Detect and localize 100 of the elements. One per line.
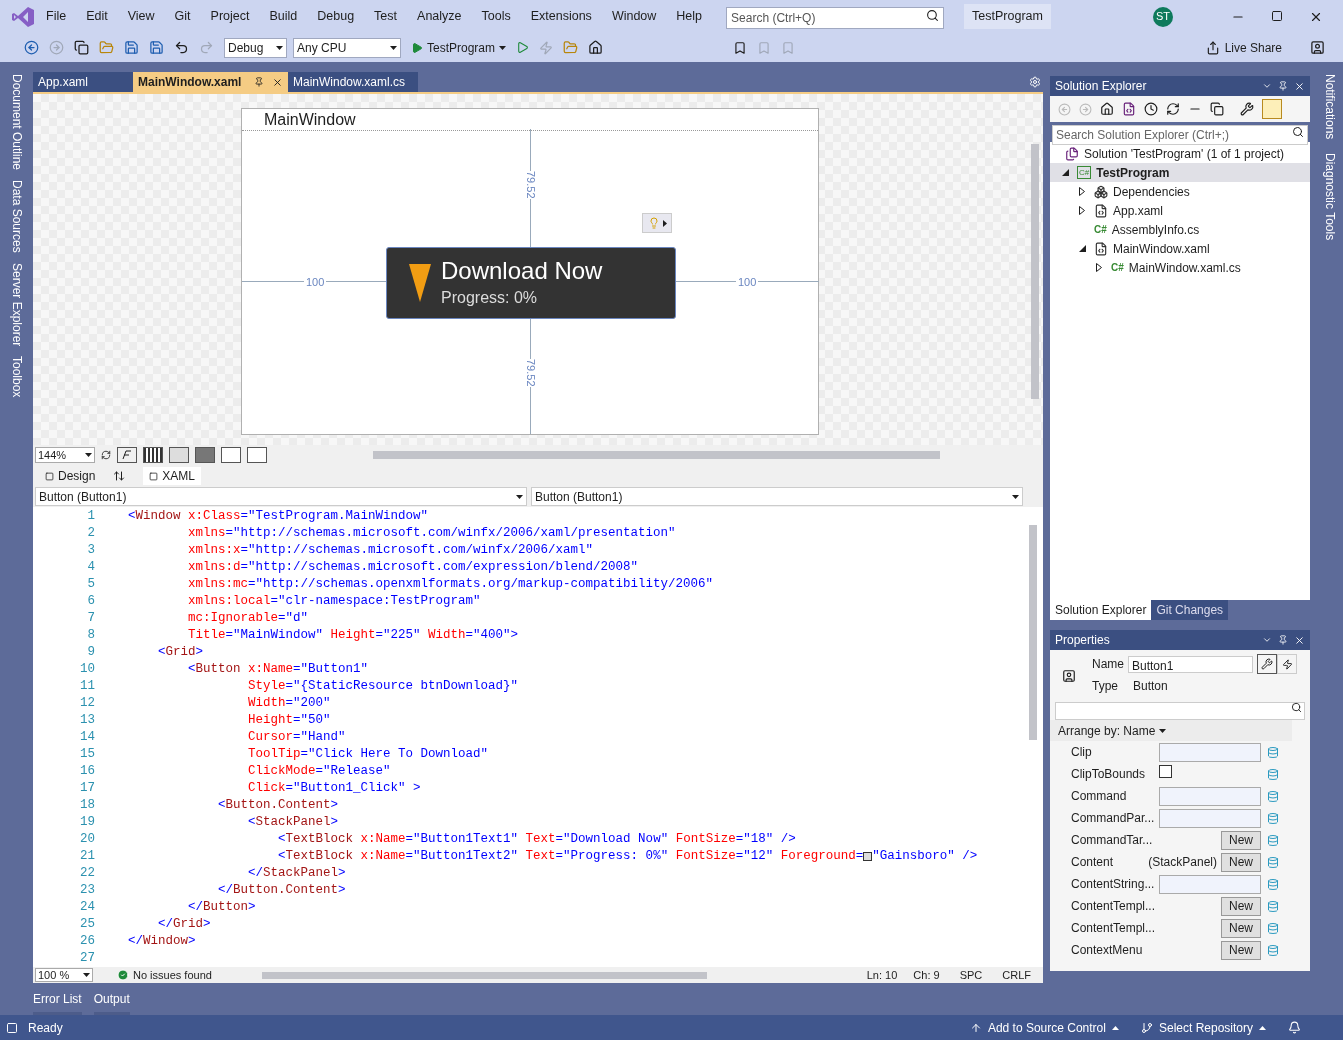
- element-dropdown[interactable]: Button (Button1): [531, 487, 1023, 506]
- new-button[interactable]: New: [1221, 918, 1261, 938]
- search-field[interactable]: Search (Ctrl+Q): [726, 6, 945, 29]
- menu-item[interactable]: View: [127, 7, 155, 26]
- resource-icon[interactable]: [1267, 921, 1279, 935]
- property-search-field[interactable]: [1055, 702, 1305, 720]
- xaml-tab[interactable]: XAML: [143, 467, 202, 485]
- name-field[interactable]: Button1: [1128, 655, 1253, 673]
- dropdown-icon[interactable]: [1262, 635, 1272, 645]
- new-button[interactable]: New: [1221, 896, 1261, 916]
- close-icon[interactable]: [272, 76, 283, 88]
- resource-icon[interactable]: [1267, 943, 1279, 957]
- home-icon[interactable]: [1100, 102, 1114, 116]
- collapsed-arrow-icon[interactable]: [1079, 206, 1085, 215]
- new-button[interactable]: New: [1221, 852, 1261, 872]
- close-icon[interactable]: [1294, 80, 1305, 92]
- resource-icon[interactable]: [1267, 767, 1279, 781]
- start-without-debugging-icon[interactable]: [516, 41, 530, 54]
- menu-item[interactable]: File: [46, 7, 67, 26]
- document-tab[interactable]: MainWindow.xaml: [133, 72, 288, 92]
- design-tab[interactable]: Design: [45, 467, 96, 485]
- side-tab[interactable]: Toolbox: [7, 356, 26, 398]
- resource-icon[interactable]: [1267, 877, 1279, 891]
- resource-icon[interactable]: [1267, 745, 1279, 759]
- bookmark-icon[interactable]: [733, 40, 748, 55]
- expanded-arrow-icon[interactable]: [1079, 245, 1086, 252]
- formula-icon[interactable]: [117, 447, 137, 463]
- side-tab[interactable]: Document Outline: [7, 74, 26, 171]
- search-field[interactable]: Search Solution Explorer (Ctrl+;): [1052, 125, 1308, 145]
- undo-icon[interactable]: [174, 40, 189, 55]
- menu-item[interactable]: Analyze: [417, 7, 462, 26]
- side-tab[interactable]: Diagnostic Tools: [1321, 153, 1339, 241]
- close-icon[interactable]: [1294, 634, 1305, 646]
- properties-icon[interactable]: [1240, 102, 1254, 116]
- tree-item[interactable]: Dependencies: [1113, 182, 1190, 201]
- zoom-dropdown[interactable]: 100 %: [35, 968, 93, 982]
- menu-item[interactable]: Tools: [481, 7, 511, 26]
- menu-item[interactable]: Edit: [86, 7, 108, 26]
- new-button[interactable]: New: [1221, 830, 1261, 850]
- menu-item[interactable]: Debug: [317, 7, 355, 26]
- lightbulb-button[interactable]: [642, 213, 672, 233]
- repository-button[interactable]: Select Repository: [1140, 1018, 1266, 1037]
- resource-icon[interactable]: [1267, 833, 1279, 847]
- save-all-icon[interactable]: [149, 40, 164, 55]
- property-field[interactable]: [1159, 742, 1261, 762]
- menu-item[interactable]: Git: [174, 7, 191, 26]
- element-dropdown[interactable]: Button (Button1): [35, 487, 527, 506]
- tree-item[interactable]: App.xaml: [1113, 201, 1164, 220]
- settings-icon[interactable]: [1029, 76, 1041, 88]
- notification-icon[interactable]: [1288, 1021, 1301, 1034]
- resource-icon[interactable]: [1267, 899, 1279, 913]
- avatar[interactable]: ST: [1153, 6, 1173, 27]
- resource-icon[interactable]: [1267, 789, 1279, 803]
- pin-icon[interactable]: [1278, 81, 1288, 91]
- menu-item[interactable]: Extensions: [530, 7, 592, 26]
- menu-item[interactable]: Project: [210, 7, 250, 26]
- menu-item[interactable]: Test: [374, 7, 398, 26]
- arrange-by-dropdown[interactable]: Arrange by: Name: [1050, 720, 1292, 741]
- resource-icon[interactable]: [1267, 811, 1279, 825]
- code-editor[interactable]: [33, 507, 1043, 967]
- menu-item[interactable]: Help: [676, 7, 703, 26]
- tree-item[interactable]: MainWindow.xaml.cs: [1128, 258, 1241, 277]
- menu-item[interactable]: Build: [269, 7, 298, 26]
- tree-item[interactable]: Solution 'TestProgram' (1 of 1 project): [1084, 144, 1284, 163]
- configuration-dropdown[interactable]: Debug: [224, 37, 287, 58]
- document-tab[interactable]: App.xaml: [33, 72, 133, 92]
- switch-views-icon[interactable]: [1122, 102, 1136, 116]
- pin-icon[interactable]: [254, 77, 264, 87]
- refresh-icon[interactable]: [1166, 102, 1180, 116]
- tree-item[interactable]: MainWindow.xaml: [1113, 239, 1210, 258]
- zoom-dropdown[interactable]: 144%: [35, 447, 95, 463]
- panel-tab[interactable]: Solution Explorer: [1050, 600, 1152, 620]
- dropdown-icon[interactable]: [1262, 81, 1272, 91]
- swap-icon[interactable]: [113, 470, 126, 482]
- panel-tab[interactable]: Git Changes: [1151, 600, 1229, 620]
- issues-status[interactable]: No issues found: [133, 966, 212, 984]
- new-item-icon[interactable]: [74, 40, 89, 55]
- tree-item[interactable]: AssemblyInfo.cs: [1111, 220, 1200, 239]
- menu-item[interactable]: Window: [611, 7, 657, 26]
- collapsed-arrow-icon[interactable]: [1096, 263, 1102, 272]
- expanded-arrow-icon[interactable]: [1062, 169, 1069, 176]
- side-tab[interactable]: Notifications: [1321, 74, 1339, 140]
- source-control-button[interactable]: Add to Source Control: [969, 1018, 1119, 1037]
- side-tab[interactable]: Server Explorer: [7, 262, 26, 347]
- pin-icon[interactable]: [1278, 635, 1288, 645]
- collapsed-arrow-icon[interactable]: [1079, 187, 1085, 196]
- live-share-button[interactable]: Live Share: [1205, 38, 1282, 57]
- start-button[interactable]: TestProgram: [411, 38, 507, 57]
- grid-icon[interactable]: [143, 447, 163, 463]
- events-view-button[interactable]: [1277, 654, 1297, 674]
- platform-dropdown[interactable]: Any CPU: [293, 37, 401, 58]
- refresh-icon[interactable]: [101, 450, 111, 460]
- pending-changes-icon[interactable]: [1144, 102, 1158, 116]
- save-icon[interactable]: [124, 40, 139, 55]
- properties-view-button[interactable]: [1257, 654, 1277, 674]
- side-tab[interactable]: Data Sources: [7, 180, 26, 253]
- resource-icon[interactable]: [1267, 855, 1279, 869]
- tree-item[interactable]: TestProgram: [1096, 163, 1170, 182]
- show-all-files-icon[interactable]: [1210, 102, 1224, 116]
- property-field[interactable]: [1159, 786, 1261, 806]
